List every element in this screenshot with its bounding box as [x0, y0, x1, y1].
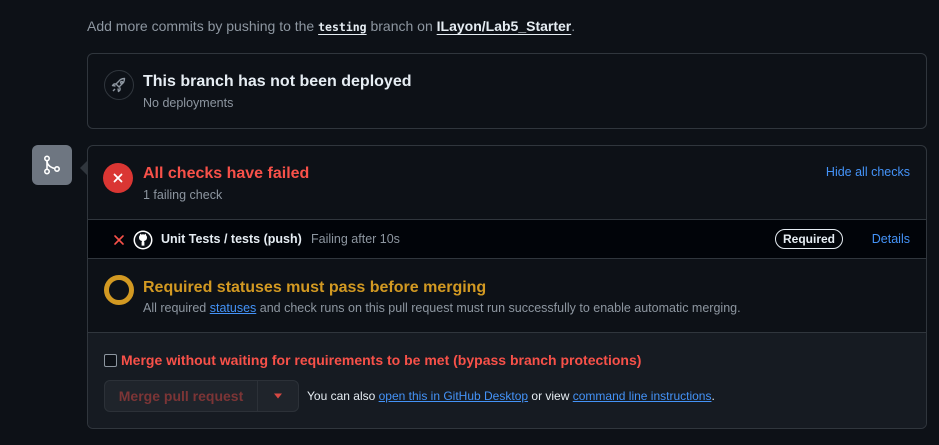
- merge-button-group: Merge pull request: [104, 380, 299, 412]
- merge-alternatives: You can also open this in GitHub Desktop…: [307, 389, 715, 403]
- required-description: All required statuses and check runs on …: [143, 301, 741, 315]
- check-row: Unit Tests / tests (push) Failing after …: [88, 220, 926, 259]
- statuses-link[interactable]: statuses: [210, 301, 257, 315]
- pending-status-icon: [104, 275, 134, 305]
- merge-box: All checks have failed 1 failing check H…: [87, 145, 927, 429]
- bypass-label[interactable]: Merge without waiting for requirements t…: [121, 352, 641, 368]
- checks-summary: All checks have failed 1 failing check H…: [88, 146, 926, 220]
- deploy-title: This branch has not been deployed: [143, 73, 412, 90]
- rocket-icon: [104, 70, 134, 100]
- x-icon: [113, 233, 125, 251]
- git-merge-icon: [32, 145, 72, 185]
- push-hint: Add more commits by pushing to the testi…: [87, 18, 576, 34]
- hide-all-checks-link[interactable]: Hide all checks: [826, 165, 910, 179]
- required-title: Required statuses must pass before mergi…: [143, 279, 487, 296]
- merge-method-dropdown[interactable]: [258, 381, 298, 411]
- bypass-checkbox[interactable]: [104, 353, 117, 367]
- checks-subtitle: 1 failing check: [143, 188, 223, 202]
- deployment-box: This branch has not been deployed No dep…: [87, 53, 927, 129]
- github-desktop-link[interactable]: open this in GitHub Desktop: [379, 389, 528, 403]
- required-badge: Required: [775, 229, 844, 249]
- deploy-subtitle: No deployments: [143, 96, 234, 110]
- command-line-link[interactable]: command line instructions: [573, 389, 712, 403]
- triangle-down-icon: [274, 393, 282, 399]
- check-name[interactable]: Unit Tests / tests (push): [161, 232, 302, 246]
- branch-name[interactable]: testing: [318, 20, 366, 34]
- checks-title: All checks have failed: [143, 165, 310, 182]
- x-circle-icon: [103, 163, 133, 193]
- github-icon: [133, 230, 153, 250]
- check-status: Failing after 10s: [311, 232, 400, 246]
- pull-request-merge-panel: Add more commits by pushing to the testi…: [0, 0, 939, 445]
- bypass-option[interactable]: Merge without waiting for requirements t…: [104, 352, 641, 368]
- merge-pull-request-button[interactable]: Merge pull request: [105, 381, 258, 411]
- required-statuses: Required statuses must pass before mergi…: [88, 259, 926, 333]
- merge-actions: Merge without waiting for requirements t…: [88, 333, 926, 428]
- details-link[interactable]: Details: [872, 232, 910, 246]
- repo-link[interactable]: ILayon/Lab5_Starter: [437, 18, 572, 34]
